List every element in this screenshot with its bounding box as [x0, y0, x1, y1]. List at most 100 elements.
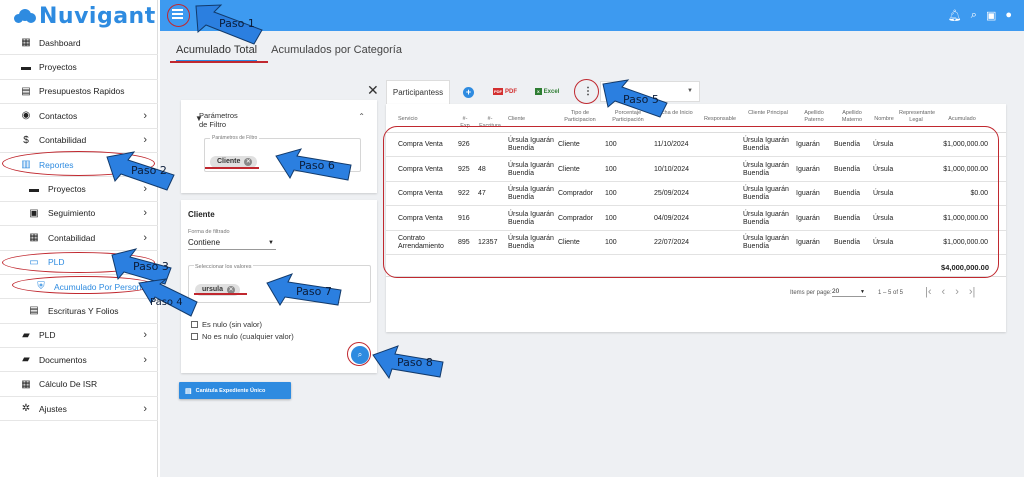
more-options-icon[interactable]: ⋮ [583, 86, 593, 97]
column-header[interactable]: Servicio [398, 116, 453, 123]
table-cell: Úrsula [873, 165, 894, 173]
table-cell: 47 [478, 190, 486, 197]
folder-icon: ▰ [22, 354, 30, 366]
chip-remove-icon[interactable]: ✕ [244, 157, 253, 166]
table-cell: Iguarán [796, 190, 820, 197]
folder-user-icon: ▰ [22, 329, 30, 341]
toolbar-select[interactable]: ▼ [600, 81, 700, 102]
column-header[interactable]: Cliente Principal [743, 110, 793, 117]
pdf-export-button[interactable]: PDF PDF [493, 88, 517, 95]
column-header[interactable]: Nombre [873, 116, 895, 123]
table-cell: $1,000,000.00 [943, 214, 988, 222]
chevron-right-icon: › [143, 207, 147, 220]
table-row[interactable]: Compra Venta 922 47 Úrsula Iguarán Buendía C… [386, 182, 1006, 206]
last-page-icon[interactable]: ›| [969, 286, 976, 298]
sidebar-item-reportes[interactable]: ▥ Reportes [0, 153, 158, 178]
table-row[interactable]: Compra Venta 925 48 Úrsula Iguarán Buendía C… [386, 158, 1006, 182]
sidebar-item-contactos[interactable]: ◉ Contactos › [0, 104, 158, 129]
sidebar-item-label: Documentos [39, 354, 87, 365]
sidebar-item-seguimiento[interactable]: ▣ Seguimiento › [0, 202, 158, 227]
user-icon[interactable]: ● [1005, 9, 1012, 22]
value-chip-ursula[interactable]: ursula ✕ [195, 283, 241, 296]
table-cell: $1,000,000.00 [943, 165, 988, 173]
tab-participantess[interactable]: Participantess [386, 80, 450, 104]
sidebar-item-pld[interactable]: ▰ PLD › [0, 324, 158, 349]
sidebar-item-escrituras-y-folios[interactable]: ▤ Escrituras Y Folios [0, 299, 158, 324]
sidebar-item-documentos[interactable]: ▰ Documentos › [0, 348, 158, 373]
gear-icon: ✲ [21, 403, 31, 415]
filter-mode-select[interactable]: Contiene ▼ [188, 238, 276, 250]
sidebar-item-label: Ajustes [39, 403, 67, 414]
column-header[interactable]: Cliente [508, 116, 554, 123]
is-not-null-option[interactable]: No es nulo (cualquier valor) [191, 332, 294, 341]
chevron-right-icon: › [143, 329, 147, 342]
search-icon[interactable]: ⌕ [971, 9, 977, 22]
sidebar-item-ajustes[interactable]: ✲ Ajustes › [0, 397, 158, 422]
sidebar-item-presupuestos-rapidos[interactable]: ▤ Presupuestos Rapidos [0, 80, 158, 105]
next-page-icon[interactable]: › [955, 286, 959, 298]
search-button[interactable]: ⌕ [351, 346, 369, 364]
column-header[interactable]: Apellido Paterno [796, 110, 832, 123]
column-header[interactable]: Responsable [698, 116, 742, 123]
table-cell: Úrsula Iguarán Buendía [743, 161, 789, 177]
table-cell: Úrsula Iguarán Buendía [743, 210, 789, 226]
table-cell: 25/09/2024 [654, 190, 690, 197]
sidebar-item-acumulado-por-persona[interactable]: ⛨ Acumulado Por Persona [0, 275, 158, 300]
sidebar-item-proyectos[interactable]: ▬ Proyectos [0, 55, 158, 80]
sidebar-item-proyectos[interactable]: ▬ Proyectos › [0, 177, 158, 202]
first-page-icon[interactable]: |‹ [925, 286, 932, 298]
sidebar-item-contabilidad[interactable]: ▦ Contabilidad › [0, 226, 158, 251]
tab-acumulado-total[interactable]: Acumulado Total [176, 44, 258, 62]
table-cell: $1,000,000.00 [943, 239, 988, 246]
bell-icon[interactable]: 🔔︎ [948, 9, 962, 22]
filter-chip-cliente[interactable]: Cliente ✕ [210, 155, 258, 168]
sidebar-item-contabilidad[interactable]: $ Contabilidad › [0, 129, 158, 153]
items-per-page-label: Items per page: [790, 290, 832, 296]
column-header[interactable]: Apellido Materno [834, 110, 870, 123]
top-bar: 🔔︎ ⌕ ▣ ● [160, 0, 1024, 31]
table-cell: Iguarán [796, 165, 820, 173]
chip-remove-icon[interactable]: ✕ [227, 285, 236, 294]
checkbox[interactable] [191, 321, 198, 328]
paginator: Items per page: 20 ▼ 1 – 5 of 5 |‹ ‹ › ›| [386, 284, 1006, 304]
values-select-field[interactable]: Seleccionar los valores ursula ✕ [188, 264, 371, 303]
table-cell: Buendía [834, 190, 861, 197]
is-null-option[interactable]: Es nulo (sin valor) [191, 320, 262, 329]
excel-export-button[interactable]: X Excel [535, 88, 559, 95]
page-size-select[interactable]: 20 ▼ [832, 288, 866, 297]
column-header[interactable]: #-Escritura [478, 116, 502, 129]
table-cell: 916 [458, 214, 470, 222]
menu-icon[interactable] [172, 9, 183, 21]
excel-icon: X [535, 88, 542, 95]
value-filter-card: Cliente Forma de filtrado Contiene ▼ Sele… [181, 200, 377, 373]
column-header[interactable]: Representante Legal [899, 110, 935, 123]
table-row[interactable]: Compra Venta 916 Úrsula Iguarán Buendía Com… [386, 207, 1006, 231]
briefcase-icon: ▬ [21, 61, 31, 73]
filter-parameters-field[interactable]: Parámetros de Filtro Cliente ✕ [204, 135, 361, 172]
caratula-expediente-button[interactable]: ▤ Carátula Expediente Único [179, 382, 291, 399]
column-header[interactable]: Porcentaje Participación [605, 110, 651, 123]
sidebar-item-c-lculo-de-isr[interactable]: ▦ Cálculo De ISR [0, 372, 158, 397]
table-cell: $0.00 [970, 190, 988, 197]
table-cell: 925 [458, 165, 470, 173]
column-header[interactable]: Tipo de Participacion [558, 110, 602, 123]
column-header[interactable]: Acumulado [938, 116, 986, 123]
close-icon[interactable]: ✕ [367, 82, 379, 99]
table-cell: 04/09/2024 [654, 214, 690, 222]
table-cell: 922 [458, 190, 470, 197]
table-row[interactable]: Compra Venta 926 Úrsula Iguarán Buendía Cli… [386, 133, 1006, 157]
table-row[interactable]: Contrato Arrendamiento 895 12357 Úrsula Igu… [386, 231, 1006, 255]
gallery-icon[interactable]: ▣ [986, 9, 996, 22]
logo: Nuvigant [14, 2, 156, 30]
column-header[interactable]: #-Exp [458, 116, 472, 129]
checkbox[interactable] [191, 333, 198, 340]
column-header[interactable]: Fecha de Inicio [654, 110, 694, 117]
sidebar-item-pld[interactable]: ▭ PLD [0, 251, 158, 275]
tab-acumulados-por-categoria[interactable]: Acumulados por Categoría [271, 44, 402, 62]
chevron-up-icon[interactable]: ⌃ [358, 112, 365, 121]
table-icon: ▦ [21, 378, 31, 390]
add-button[interactable]: + [463, 87, 474, 98]
sidebar-item-dashboard[interactable]: ▦ Dashboard [0, 31, 158, 56]
table-cell: Compra Venta [398, 190, 443, 197]
prev-page-icon[interactable]: ‹ [942, 286, 946, 298]
